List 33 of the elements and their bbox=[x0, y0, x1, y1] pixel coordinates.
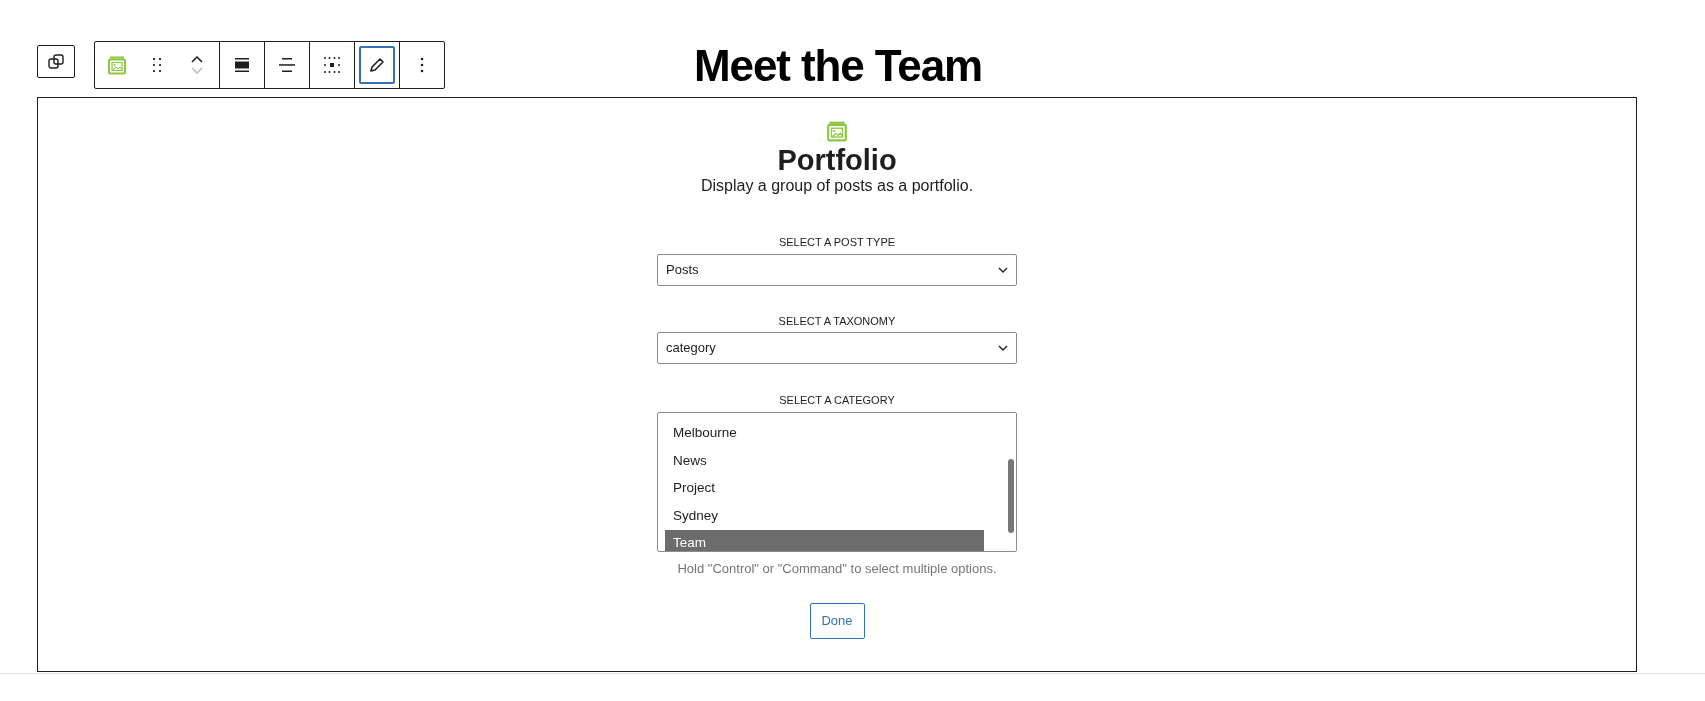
scrollbar[interactable] bbox=[1008, 458, 1014, 533]
done-button[interactable]: Done bbox=[809, 603, 865, 639]
block-title: Portfolio bbox=[777, 143, 897, 177]
field-label: SELECT A CATEGORY bbox=[779, 393, 895, 408]
category-option[interactable]: News bbox=[665, 447, 984, 475]
category-option[interactable]: Sydney bbox=[665, 502, 984, 530]
category-option[interactable]: Team bbox=[665, 529, 984, 551]
chevron-down-icon bbox=[998, 345, 1008, 351]
chevron-up-icon[interactable] bbox=[191, 56, 203, 63]
block-switcher-button[interactable] bbox=[37, 45, 75, 78]
edit-button[interactable] bbox=[359, 46, 395, 84]
category-option[interactable]: Melbourne bbox=[665, 419, 984, 447]
pencil-icon bbox=[369, 57, 385, 73]
category-listbox[interactable]: Melbourne News Project Sydney Team bbox=[657, 411, 1017, 552]
block-description: Display a group of posts as a portfolio. bbox=[700, 177, 974, 195]
gallery-icon bbox=[826, 120, 848, 142]
field-label: SELECT A POST TYPE bbox=[778, 235, 896, 250]
align-wide-icon bbox=[234, 57, 250, 73]
duplicate-icon bbox=[48, 53, 64, 70]
category-option[interactable]: Project bbox=[665, 474, 984, 502]
align-center-icon bbox=[279, 57, 295, 73]
gallery-icon bbox=[107, 55, 127, 75]
select-value: Posts bbox=[666, 260, 699, 279]
help-text: Hold "Control" or "Command" to select multiple options. bbox=[677, 559, 997, 578]
field-label: SELECT A TAXONOMY bbox=[778, 313, 896, 329]
drag-handle-icon[interactable] bbox=[153, 58, 161, 72]
post-type-select[interactable]: Posts bbox=[657, 253, 1017, 286]
more-options-icon bbox=[420, 57, 424, 73]
chevron-down-icon bbox=[998, 266, 1008, 273]
page-heading: Meet the Team bbox=[694, 40, 983, 92]
taxonomy-select[interactable]: category bbox=[657, 332, 1017, 364]
select-value: category bbox=[666, 339, 716, 358]
grid-dots-icon bbox=[324, 57, 340, 73]
